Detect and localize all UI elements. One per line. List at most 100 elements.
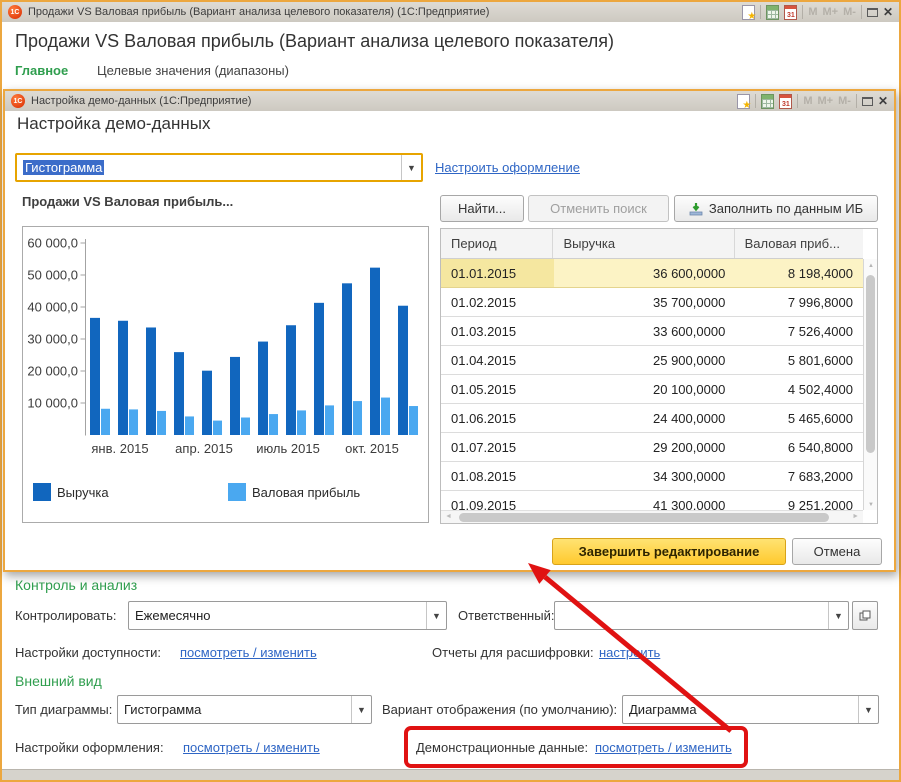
table-row[interactable]: 01.01.201536 600,00008 198,4000 xyxy=(441,259,863,288)
chevron-down-icon[interactable]: ▼ xyxy=(401,155,421,180)
tab-target-values[interactable]: Целевые значения (диапазоны) xyxy=(97,63,289,78)
cancel-search-button[interactable]: Отменить поиск xyxy=(528,195,669,222)
cancel-button[interactable]: Отмена xyxy=(792,538,882,565)
revenue-cell[interactable]: 33 600,0000 xyxy=(554,317,736,345)
gross-profit-cell[interactable]: 7 683,2000 xyxy=(735,462,863,490)
revenue-cell[interactable]: 34 300,0000 xyxy=(554,462,736,490)
period-cell[interactable]: 01.06.2015 xyxy=(441,404,554,432)
period-cell[interactable]: 01.02.2015 xyxy=(441,288,554,316)
vertical-scrollbar[interactable]: ▲ ▼ xyxy=(863,259,877,510)
scroll-up-icon[interactable]: ▲ xyxy=(868,263,874,269)
demo-data-link[interactable]: посмотреть / изменить xyxy=(595,740,732,755)
responsible-choose-button[interactable] xyxy=(852,601,878,630)
svg-text:40 000,0: 40 000,0 xyxy=(27,300,78,315)
calculator-icon[interactable] xyxy=(761,94,774,109)
gross-profit-cell[interactable]: 9 251,2000 xyxy=(735,491,863,510)
gross-profit-cell[interactable]: 6 540,8000 xyxy=(735,433,863,461)
maximize-icon[interactable] xyxy=(862,97,873,106)
find-button[interactable]: Найти... xyxy=(440,195,524,222)
revenue-cell[interactable]: 35 700,0000 xyxy=(554,288,736,316)
table-header: Период Выручка Валовая приб... xyxy=(441,229,863,259)
table-row[interactable]: 01.06.201524 400,00005 465,6000 xyxy=(441,404,863,433)
table-row[interactable]: 01.05.201520 100,00004 502,4000 xyxy=(441,375,863,404)
revenue-cell[interactable]: 36 600,0000 xyxy=(554,259,736,287)
period-cell[interactable]: 01.09.2015 xyxy=(441,491,554,510)
period-cell[interactable]: 01.08.2015 xyxy=(441,462,554,490)
gross-profit-cell[interactable]: 4 502,4000 xyxy=(735,375,863,403)
table-row[interactable]: 01.09.201541 300,00009 251,2000 xyxy=(441,491,863,510)
dialog-title: Настройка демо-данных (1С:Предприятие) xyxy=(31,95,737,107)
column-header-revenue[interactable]: Выручка xyxy=(553,229,734,258)
gross-profit-cell[interactable]: 5 801,6000 xyxy=(735,346,863,374)
favorites-icon[interactable]: ★ xyxy=(737,94,750,109)
table-row[interactable]: 01.02.201535 700,00007 996,8000 xyxy=(441,288,863,317)
gross-profit-cell[interactable]: 7 526,4000 xyxy=(735,317,863,345)
period-cell[interactable]: 01.05.2015 xyxy=(441,375,554,403)
chart-type-select[interactable]: Гистограмма ▼ xyxy=(117,695,372,724)
table-row[interactable]: 01.04.201525 900,00005 801,6000 xyxy=(441,346,863,375)
fill-from-db-button[interactable]: Заполнить по данным ИБ xyxy=(674,195,878,222)
demo-data-label: Демонстрационные данные: xyxy=(416,740,588,755)
bar-chart-svg: 10 000,020 000,030 000,040 000,050 000,0… xyxy=(23,227,428,522)
revenue-cell[interactable]: 24 400,0000 xyxy=(554,404,736,432)
column-header-gross-profit[interactable]: Валовая приб... xyxy=(735,229,863,258)
tab-main[interactable]: Главное xyxy=(15,63,68,78)
table-row[interactable]: 01.08.201534 300,00007 683,2000 xyxy=(441,462,863,491)
finish-editing-button[interactable]: Завершить редактирование xyxy=(552,538,786,565)
demo-chart-type-select[interactable]: Гистограмма ▼ xyxy=(15,153,423,182)
table-row[interactable]: 01.03.201533 600,00007 526,4000 xyxy=(441,317,863,346)
open-window-icon xyxy=(859,610,871,622)
favorites-icon[interactable]: ★ xyxy=(742,5,755,20)
monitor-select[interactable]: Ежемесячно ▼ xyxy=(128,601,447,630)
svg-text:июль 2015: июль 2015 xyxy=(256,441,320,456)
page-title: Продажи VS Валовая прибыль (Вариант анал… xyxy=(15,31,614,52)
horizontal-scroll-thumb[interactable] xyxy=(459,513,829,522)
memory-mplus-button[interactable]: M+ xyxy=(823,6,839,18)
memory-mminus-button[interactable]: M- xyxy=(843,6,856,18)
gross-profit-cell[interactable]: 8 198,4000 xyxy=(735,259,863,287)
memory-mplus-button[interactable]: M+ xyxy=(818,95,834,107)
calendar-icon[interactable]: 31 xyxy=(784,5,797,20)
revenue-cell[interactable]: 25 900,0000 xyxy=(554,346,736,374)
setup-design-link[interactable]: Настроить оформление xyxy=(435,160,580,175)
responsible-select[interactable]: ▼ xyxy=(554,601,849,630)
scroll-left-icon[interactable]: ◄ xyxy=(445,513,452,520)
memory-mminus-button[interactable]: M- xyxy=(838,95,851,107)
calculator-icon[interactable] xyxy=(766,5,779,20)
calendar-icon[interactable]: 31 xyxy=(779,94,792,109)
chevron-down-icon[interactable]: ▼ xyxy=(351,696,371,723)
chevron-down-icon[interactable]: ▼ xyxy=(828,602,848,629)
display-variant-label: Вариант отображения (по умолчанию): xyxy=(382,702,617,717)
period-cell[interactable]: 01.04.2015 xyxy=(441,346,554,374)
gross-profit-cell[interactable]: 5 465,6000 xyxy=(735,404,863,432)
column-header-period[interactable]: Период xyxy=(441,229,553,258)
revenue-cell[interactable]: 20 100,0000 xyxy=(554,375,736,403)
1c-logo-icon: 1С xyxy=(11,94,25,108)
close-icon[interactable]: ✕ xyxy=(883,6,893,18)
horizontal-scrollbar[interactable]: ◄ ► xyxy=(441,510,863,523)
gross-profit-cell[interactable]: 7 996,8000 xyxy=(735,288,863,316)
revenue-cell[interactable]: 41 300,0000 xyxy=(554,491,736,510)
display-variant-select[interactable]: Диаграмма ▼ xyxy=(622,695,879,724)
close-icon[interactable]: ✕ xyxy=(878,95,888,107)
period-cell[interactable]: 01.01.2015 xyxy=(441,259,554,287)
revenue-cell[interactable]: 29 200,0000 xyxy=(554,433,736,461)
chevron-down-icon[interactable]: ▼ xyxy=(858,696,878,723)
scroll-down-icon[interactable]: ▼ xyxy=(868,502,874,508)
access-settings-link[interactable]: посмотреть / изменить xyxy=(180,645,317,660)
decode-reports-link[interactable]: настроить xyxy=(599,645,660,660)
screen: 1С Продажи VS Валовая прибыль (Вариант а… xyxy=(0,0,901,782)
1c-logo-icon: 1С xyxy=(8,5,22,19)
main-window-title: Продажи VS Валовая прибыль (Вариант анал… xyxy=(28,6,742,18)
memory-m-button[interactable]: M xyxy=(803,95,812,107)
table-row[interactable]: 01.07.201529 200,00006 540,8000 xyxy=(441,433,863,462)
svg-text:10 000,0: 10 000,0 xyxy=(27,396,78,411)
period-cell[interactable]: 01.07.2015 xyxy=(441,433,554,461)
chevron-down-icon[interactable]: ▼ xyxy=(426,602,446,629)
maximize-icon[interactable] xyxy=(867,8,878,17)
design-settings-link[interactable]: посмотреть / изменить xyxy=(183,740,320,755)
scroll-right-icon[interactable]: ► xyxy=(852,513,859,520)
period-cell[interactable]: 01.03.2015 xyxy=(441,317,554,345)
vertical-scroll-thumb[interactable] xyxy=(866,275,875,453)
memory-m-button[interactable]: M xyxy=(808,6,817,18)
